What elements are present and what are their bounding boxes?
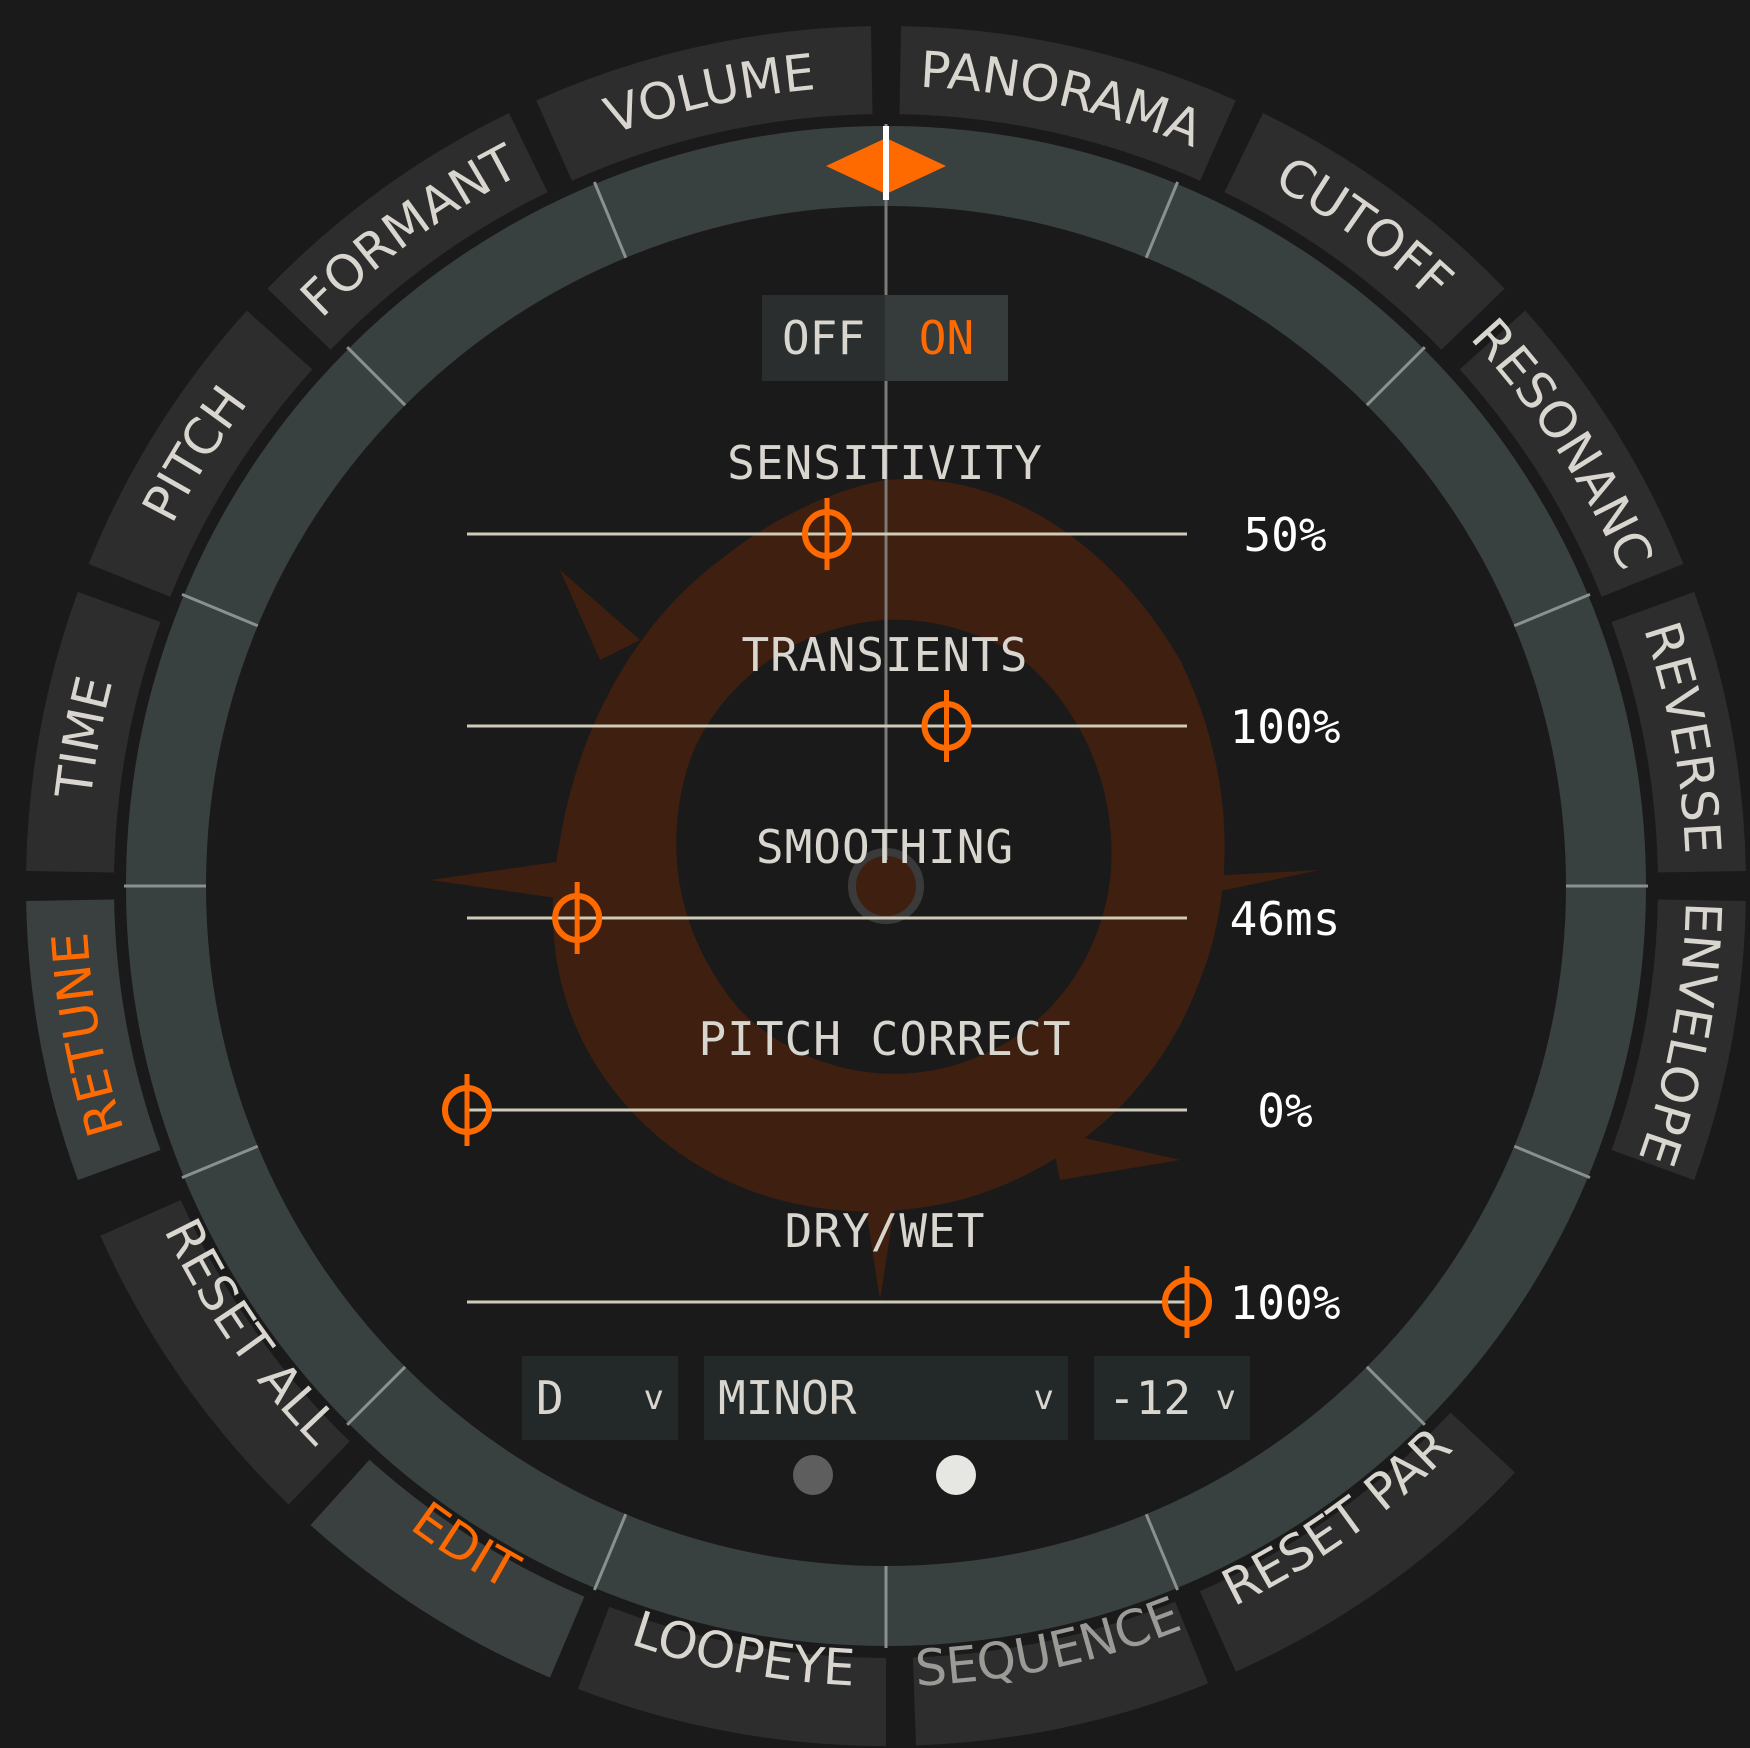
page-dot-2[interactable] <box>936 1455 976 1495</box>
page-dot-1[interactable] <box>793 1455 833 1495</box>
smoothing-label: SMOOTHING <box>755 820 1015 874</box>
ring-graphics: VOLUMEPANORAMACUTOFFRESONANCEREVERSEENVE… <box>0 0 1746 1746</box>
loop-editor: VOLUMEPANORAMACUTOFFRESONANCEREVERSEENVE… <box>0 0 1750 1748</box>
dry-wet-value: 100% <box>1229 1276 1341 1330</box>
transients-label: TRANSIENTS <box>741 628 1029 682</box>
scale-value: MINOR <box>718 1371 857 1425</box>
octave-value: -12 <box>1108 1371 1192 1425</box>
pitch-correct-label: PITCH CORRECT <box>698 1012 1072 1066</box>
chevron-down-icon: v <box>643 1378 664 1418</box>
dry-wet-label: DRY/WET <box>784 1204 986 1258</box>
key-value: D <box>536 1371 564 1425</box>
smoothing-value: 46ms <box>1229 892 1341 946</box>
octave-dropdown[interactable]: -12 v <box>1094 1356 1250 1440</box>
transients-value: 100% <box>1229 700 1341 754</box>
sensitivity-value: 50% <box>1243 508 1327 562</box>
key-dropdown[interactable]: D v <box>522 1356 678 1440</box>
chevron-down-icon: v <box>1215 1378 1236 1418</box>
chevron-down-icon: v <box>1033 1378 1054 1418</box>
toggle-on[interactable]: ON <box>885 295 1008 381</box>
toggle-off[interactable]: OFF <box>762 295 885 381</box>
sensitivity-label: SENSITIVITY <box>727 436 1043 490</box>
pitch-correct-value: 0% <box>1257 1084 1313 1138</box>
scale-dropdown[interactable]: MINOR v <box>704 1356 1068 1440</box>
on-off-toggle[interactable]: OFF ON <box>762 295 1008 381</box>
